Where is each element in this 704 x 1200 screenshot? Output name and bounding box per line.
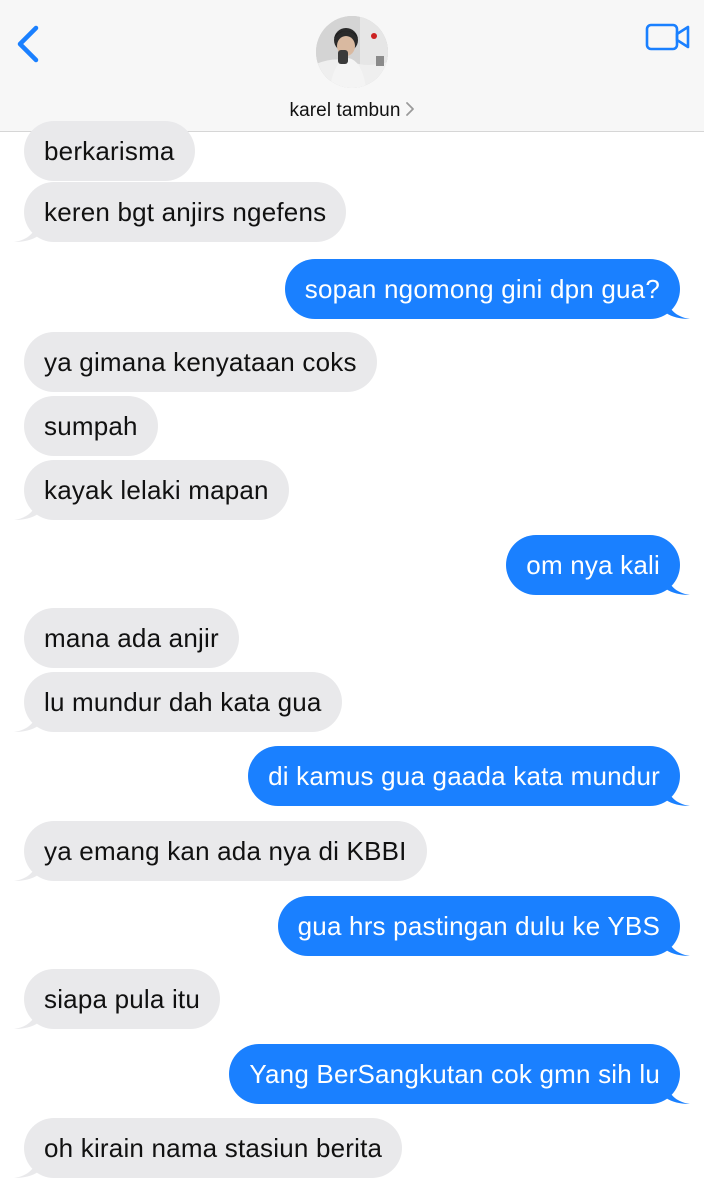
message-text: keren bgt anjirs ngefens [44, 196, 327, 227]
bubble-tail-received [14, 498, 38, 520]
contact-name: karel tambun [289, 100, 401, 121]
conversation-header: karel tambun [0, 0, 704, 132]
message-bubble-sent[interactable]: gua hrs pastingan dulu ke YBS [277, 896, 680, 956]
message-bubble-received[interactable]: siapa pula itu [24, 969, 221, 1029]
message-text: mana ada anjir [44, 622, 219, 653]
message-text: oh kirain nama stasiun berita [44, 1132, 383, 1163]
message-text: gua hrs pastingan dulu ke YBS [297, 910, 660, 941]
message-text: lu mundur dah kata gua [44, 686, 322, 717]
message-bubble-received[interactable]: mana ada anjir [24, 608, 239, 668]
message-text: di kamus gua gaada kata mundur [268, 760, 660, 791]
message-bubble-sent[interactable]: om nya kali [506, 535, 680, 595]
bubble-tail-received [14, 710, 38, 732]
message-text: sopan ngomong gini dpn gua? [304, 273, 660, 304]
message-text: ya gimana kenyataan coks [44, 346, 357, 377]
chevron-left-icon [17, 25, 39, 63]
contact-name-row[interactable]: karel tambun [0, 100, 704, 122]
message-text: ya emang kan ada nya di KBBI [44, 835, 407, 866]
message-bubble-received[interactable]: ya emang kan ada nya di KBBI [24, 821, 427, 881]
bubble-tail-received [14, 1156, 38, 1178]
bubble-tail-sent [666, 1082, 690, 1104]
message-text: sumpah [44, 410, 138, 441]
message-bubble-sent[interactable]: di kamus gua gaada kata mundur [248, 746, 680, 806]
message-bubble-sent[interactable]: Yang BerSangkutan cok gmn sih lu [229, 1044, 680, 1104]
message-bubble-received[interactable]: ya gimana kenyataan coks [24, 332, 377, 392]
message-bubble-received[interactable]: oh kirain nama stasiun berita [24, 1118, 403, 1178]
bubble-tail-sent [666, 297, 690, 319]
message-bubble-sent[interactable]: sopan ngomong gini dpn gua? [284, 259, 680, 319]
message-bubble-received[interactable]: sumpah [24, 396, 158, 456]
message-text: kayak lelaki mapan [44, 474, 269, 505]
back-button[interactable] [12, 22, 46, 66]
message-bubble-received[interactable]: kayak lelaki mapan [24, 460, 289, 520]
avatar-photo [316, 16, 388, 88]
bubble-tail-received [14, 859, 38, 881]
message-bubble-received[interactable]: keren bgt anjirs ngefens [24, 182, 347, 242]
facetime-video-button[interactable] [644, 20, 692, 54]
contact-avatar[interactable] [316, 16, 388, 88]
message-text: Yang BerSangkutan cok gmn sih lu [249, 1058, 660, 1089]
bubble-tail-sent [666, 934, 690, 956]
message-bubble-received[interactable]: berkarisma [24, 121, 195, 181]
chevron-right-icon [405, 102, 414, 116]
message-text: berkarisma [44, 135, 175, 166]
message-text: siapa pula itu [44, 983, 201, 1014]
bubble-tail-received [14, 220, 38, 242]
message-thread[interactable]: berkarisma keren bgt anjirs ngefens sopa… [0, 121, 704, 1200]
bubble-tail-received [14, 1007, 38, 1029]
video-camera-icon [645, 23, 690, 51]
bubble-tail-sent [666, 573, 690, 595]
bubble-tail-sent [666, 784, 690, 806]
message-bubble-received[interactable]: lu mundur dah kata gua [24, 672, 342, 732]
message-text: om nya kali [526, 549, 660, 580]
